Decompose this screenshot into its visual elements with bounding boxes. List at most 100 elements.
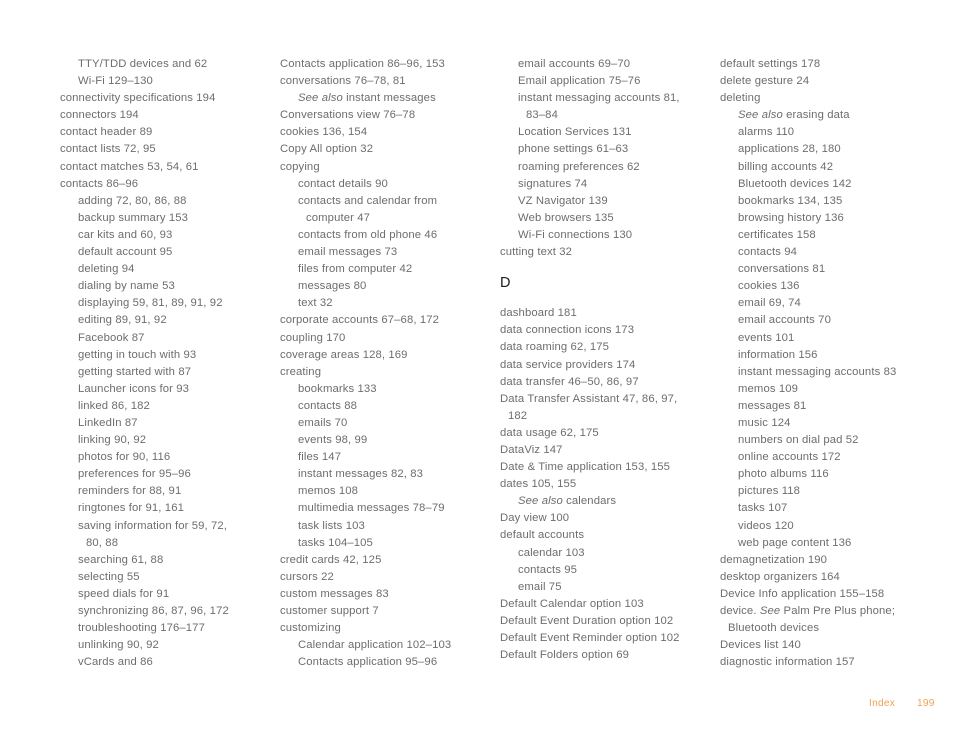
index-entry: credit cards 42, 125 xyxy=(280,553,382,566)
index-entry: cookies 136 xyxy=(738,280,800,293)
index-entry: contact matches 53, 54, 61 xyxy=(60,160,199,173)
index-entry: multimedia messages 78–79 xyxy=(298,502,445,515)
index-entry: applications 28, 180 xyxy=(738,143,841,156)
index-entry: desktop organizers 164 xyxy=(720,570,840,583)
index-entry: contacts 94 xyxy=(738,246,798,259)
index-section-heading: D xyxy=(500,275,511,292)
index-entry: email accounts 69–70 xyxy=(518,58,631,70)
index-entry: Location Services 131 xyxy=(518,126,632,139)
index-entry: getting in touch with 93 xyxy=(78,348,197,361)
index-entry: files 147 xyxy=(298,451,342,464)
index-entry: car kits and 60, 93 xyxy=(78,228,173,241)
index-entry: dashboard 181 xyxy=(500,307,577,320)
index-entry: backup summary 153 xyxy=(78,211,189,224)
footer-section-label: Index xyxy=(869,698,895,709)
index-entry: cutting text 32 xyxy=(500,246,573,259)
index-entry: task lists 103 xyxy=(298,519,365,532)
index-entry: web page content 136 xyxy=(738,536,852,549)
index-entry: roaming preferences 62 xyxy=(518,160,640,173)
index-entry: displaying 59, 81, 89, 91, 92 xyxy=(78,297,223,310)
footer-inner: Index 199 xyxy=(869,698,937,709)
index-entry: data service providers 174 xyxy=(500,358,636,371)
index-entry: files from computer 42 xyxy=(298,263,413,276)
index-entry: ringtones for 91, 161 xyxy=(78,502,184,515)
index-entry: bookmarks 134, 135 xyxy=(738,194,843,207)
index-entry: preferences for 95–96 xyxy=(78,468,191,481)
footer-page-number: 199 xyxy=(917,698,935,709)
index-entry: contacts 86–96 xyxy=(60,177,139,190)
index-entry: tasks 104–105 xyxy=(298,536,373,549)
index-entry-text: instant messages xyxy=(342,92,436,105)
index-entry: deleting xyxy=(720,92,761,105)
index-entry: alarms 110 xyxy=(738,126,795,139)
index-entry: unlinking 90, 92 xyxy=(78,639,159,652)
index-entry: Facebook 87 xyxy=(78,331,145,344)
index-entry: data connection icons 173 xyxy=(500,324,635,337)
index-entry: contact header 89 xyxy=(60,126,153,139)
index-entry: cursors 22 xyxy=(280,570,334,583)
index-entry: email messages 73 xyxy=(298,246,398,259)
index-entry: Contacts application 95–96 xyxy=(298,656,438,669)
index-entry: online accounts 172 xyxy=(738,451,841,464)
index-entry: computer 47 xyxy=(306,211,371,224)
index-entry: 80, 88 xyxy=(86,536,119,549)
index-entry: memos 109 xyxy=(738,382,799,395)
index-entry: Email application 75–76 xyxy=(518,75,641,88)
index-entry: certificates 158 xyxy=(738,228,816,241)
index-entry: memos 108 xyxy=(298,485,359,498)
index-column-4: default settings 178 delete gesture 24 del… xyxy=(720,56,935,671)
index-entry: emails 70 xyxy=(298,416,348,429)
index-entry-text: device. xyxy=(720,605,760,617)
index-entry: calendar 103 xyxy=(518,546,585,559)
index-entry: instant messaging accounts 83 xyxy=(738,365,897,378)
index-entry: device. See Palm Pre Plus phone; xyxy=(720,603,935,620)
index-entry: billing accounts 42 xyxy=(738,160,834,173)
index-entry: data roaming 62, 175 xyxy=(500,341,610,354)
index-entry: TTY/TDD devices and 62 xyxy=(78,58,208,70)
index-entry: vCards and 86 xyxy=(78,656,153,669)
index-column-1: TTY/TDD devices and 62 Wi-Fi 129–130 conne… xyxy=(60,56,275,671)
index-entry: customizing xyxy=(280,622,341,635)
index-entry: default accounts xyxy=(500,529,585,542)
index-entry: Device Info application 155–158 xyxy=(720,587,885,600)
index-entry: contacts and calendar from xyxy=(298,194,438,207)
index-entry: instant messaging accounts 81, xyxy=(518,92,680,105)
index-entry: creating xyxy=(280,365,322,378)
index-entry: demagnetization 190 xyxy=(720,553,828,566)
index-entry: See also erasing data xyxy=(720,107,935,124)
index-entry: DataViz 147 xyxy=(500,443,563,456)
index-entry: customer support 7 xyxy=(280,605,379,617)
index-entry: Contacts application 86–96, 153 xyxy=(280,58,445,70)
index-column-container: TTY/TDD devices and 62 Wi-Fi 129–130 conne… xyxy=(60,56,940,671)
index-entry: Default Calendar option 103 xyxy=(500,597,644,610)
index-entry: instant messages 82, 83 xyxy=(298,468,424,481)
index-entry: See also calendars xyxy=(500,493,715,510)
index-column-2: Contacts application 86–96, 153 conversat… xyxy=(280,56,495,671)
index-entry: numbers on dial pad 52 xyxy=(738,434,859,447)
index-entry: diagnostic information 157 xyxy=(720,656,855,669)
index-entry: email accounts 70 xyxy=(738,314,831,327)
index-entry: Wi-Fi 129–130 xyxy=(78,75,153,88)
index-entry: synchronizing 86, 87, 96, 172 xyxy=(78,605,229,617)
index-entry: phone settings 61–63 xyxy=(518,143,629,156)
index-entry: searching 61, 88 xyxy=(78,553,164,566)
index-entry: data usage 62, 175 xyxy=(500,426,599,439)
index-entry: videos 120 xyxy=(738,519,794,532)
index-entry: bookmarks 133 xyxy=(298,382,377,395)
index-entry: text 32 xyxy=(298,297,333,310)
index-entry: Web browsers 135 xyxy=(518,211,614,224)
index-entry: troubleshooting 176–177 xyxy=(78,622,205,635)
index-entry: photos for 90, 116 xyxy=(78,451,171,464)
index-entry: Conversations view 76–78 xyxy=(280,109,416,122)
index-entry: VZ Navigator 139 xyxy=(518,194,608,207)
index-entry: dialing by name 53 xyxy=(78,280,175,293)
index-page: TTY/TDD devices and 62 Wi-Fi 129–130 conne… xyxy=(0,0,954,738)
index-entry: Devices list 140 xyxy=(720,639,801,652)
index-entry: messages 80 xyxy=(298,280,367,293)
index-entry: LinkedIn 87 xyxy=(78,416,138,429)
index-entry: connectors 194 xyxy=(60,109,139,122)
index-entry: tasks 107 xyxy=(738,502,788,515)
index-entry: contacts from old phone 46 xyxy=(298,228,438,241)
index-entry: 83–84 xyxy=(526,109,558,122)
index-entry: Default Event Reminder option 102 xyxy=(500,632,680,644)
